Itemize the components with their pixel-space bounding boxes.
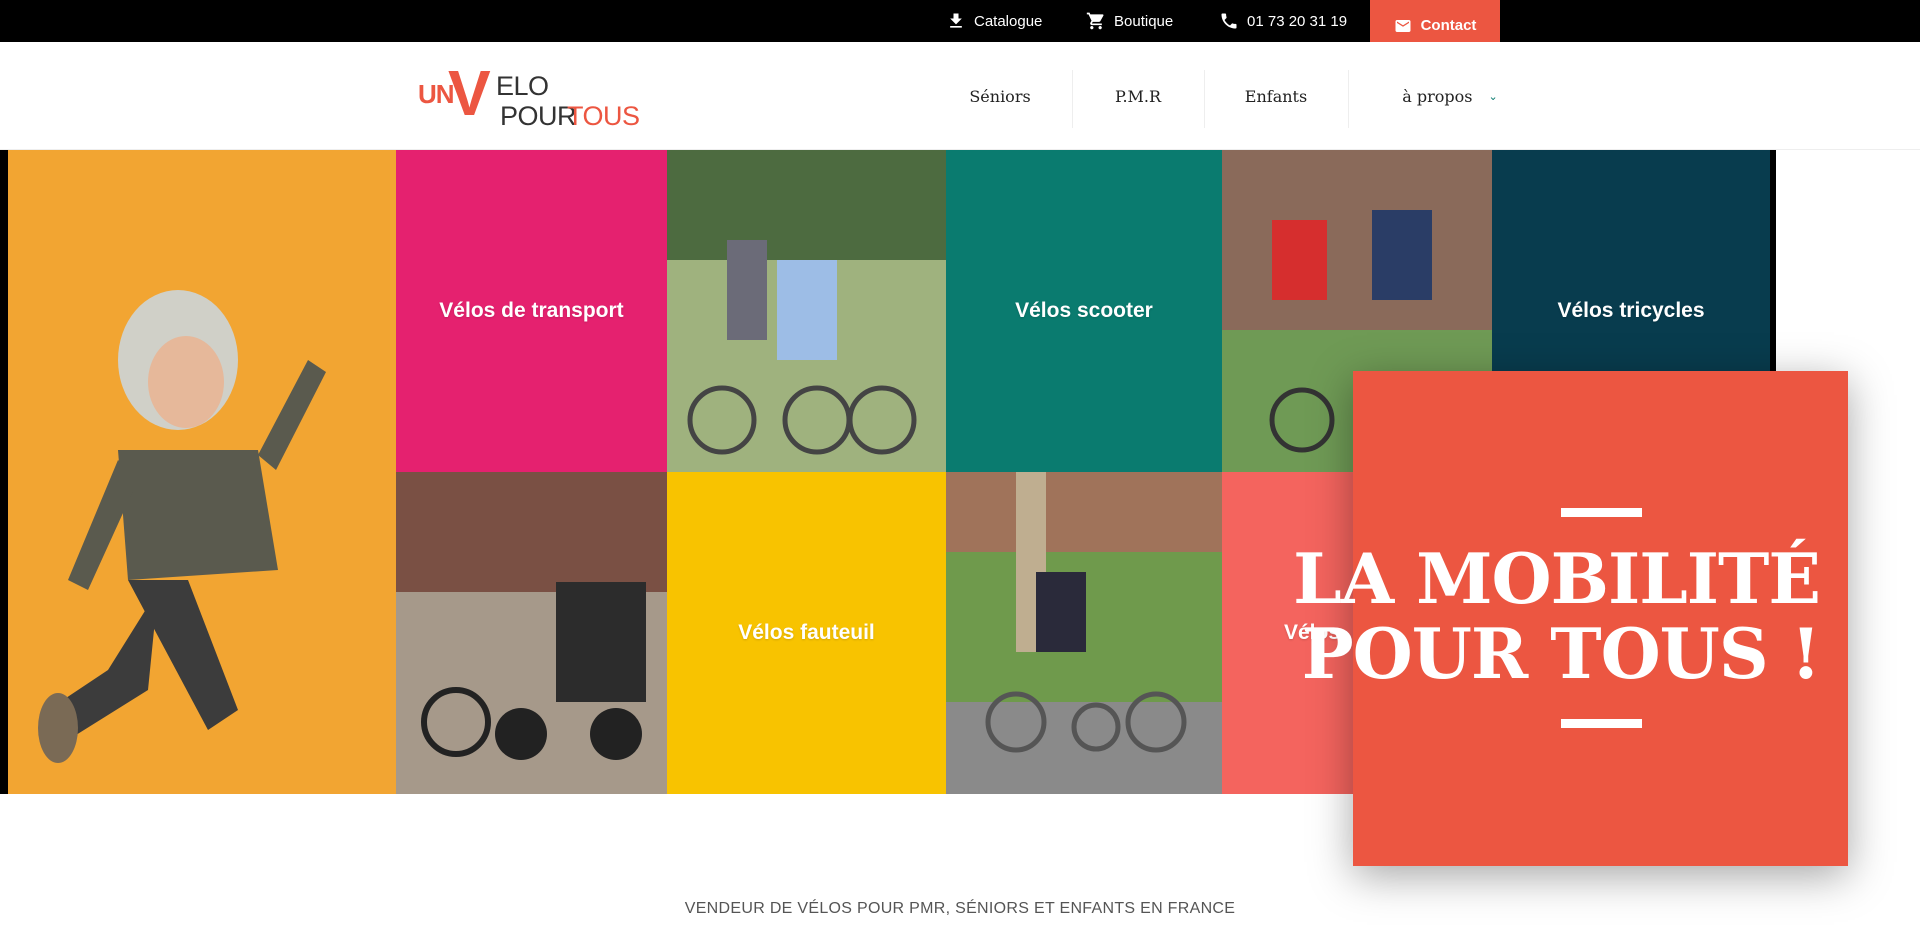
photo-tricycle-woman	[946, 472, 1222, 794]
nav-item-label: à propos	[1402, 86, 1473, 106]
nav-item-seniors[interactable]: Séniors	[952, 62, 1048, 130]
nav-item-pmr[interactable]: P.M.R	[1090, 62, 1186, 130]
chevron-down-icon: ⌄	[1488, 89, 1498, 103]
cart-icon	[1086, 12, 1104, 30]
download-icon	[950, 13, 962, 28]
boutique-label: Boutique	[1114, 12, 1174, 30]
nav-item-label: P.M.R	[1114, 86, 1162, 106]
tile-label: Vélos fauteuil	[738, 621, 875, 644]
phone-icon	[1221, 13, 1237, 29]
headline-line-1: LA MOBILITÉ	[1293, 539, 1821, 620]
nav-item-label: Enfants	[1244, 86, 1308, 106]
photo-rickshaw-bike	[396, 472, 667, 794]
catalogue-label: Catalogue	[974, 12, 1043, 30]
tile-label: Vélos scooter	[1015, 299, 1153, 322]
nav-item-enfants[interactable]: Enfants	[1228, 62, 1324, 130]
tile-label: Vélos de transport	[439, 299, 624, 322]
phone-link[interactable]: 01 73 20 31 19	[1219, 0, 1347, 42]
boutique-link[interactable]: Boutique	[1086, 0, 1173, 42]
phone-number: 01 73 20 31 19	[1247, 12, 1348, 30]
contact-label: Contact	[1420, 17, 1477, 34]
headline-line-2: POUR TOUS !	[1301, 614, 1821, 695]
nav-divider	[1072, 70, 1073, 128]
duo-bike-image	[667, 150, 946, 472]
main-nav: Séniors P.M.R Enfants à propos ⌄	[0, 62, 1920, 130]
tile-fauteuil[interactable]: Vélos fauteuil	[667, 472, 946, 794]
photo-duo-bike	[667, 150, 946, 472]
tile-scooter[interactable]: Vélos scooter	[946, 150, 1222, 472]
nav-item-label: Séniors	[969, 86, 1031, 106]
nav-divider	[1204, 70, 1205, 128]
nav-item-a-propos[interactable]: à propos ⌄	[1380, 62, 1520, 130]
hero-photo-jumping-man	[8, 150, 396, 794]
site-header: UN V ELO POUR TOUS Séniors P.M.R Enfants…	[0, 42, 1920, 150]
headline-bar-bottom	[1561, 719, 1642, 728]
mail-icon	[1395, 19, 1411, 32]
rickshaw-bike-image	[396, 472, 667, 794]
nav-divider	[1348, 70, 1349, 128]
top-bar: Catalogue Boutique 01 73 20 31 19	[0, 0, 1920, 42]
tile-transport[interactable]: Vélos de transport	[396, 150, 667, 472]
tile-label: Vélos tricycles	[1557, 299, 1705, 322]
tricycle-woman-image	[946, 472, 1222, 794]
headline-bar-top	[1561, 508, 1642, 517]
catalogue-link[interactable]: Catalogue	[946, 0, 1042, 42]
tagline: VENDEUR DE VÉLOS POUR PMR, SÉNIORS ET EN…	[684, 900, 1236, 917]
jumping-man-image	[38, 290, 326, 763]
